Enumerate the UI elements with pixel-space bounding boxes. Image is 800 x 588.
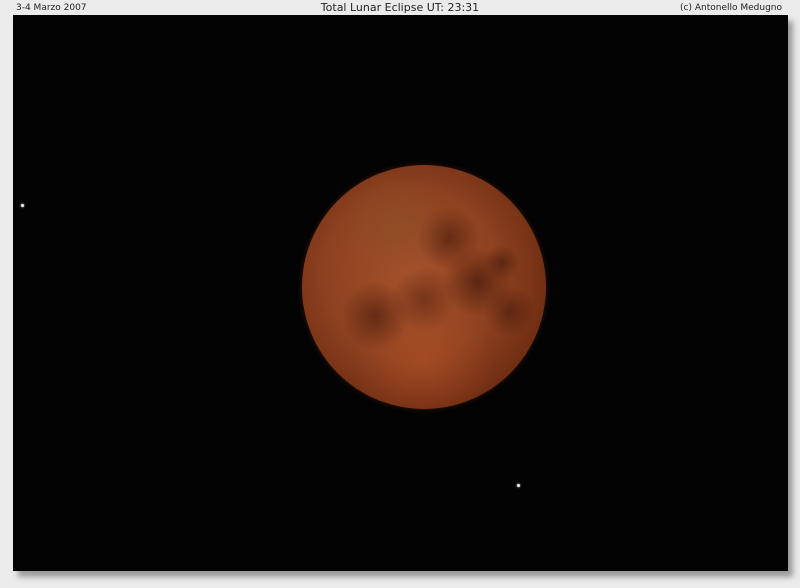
eclipse-photo: [13, 15, 788, 571]
eclipsed-moon: [302, 165, 546, 409]
star: [517, 484, 520, 487]
credit-caption: (c) Antonello Medugno: [680, 3, 782, 13]
star: [21, 204, 24, 207]
